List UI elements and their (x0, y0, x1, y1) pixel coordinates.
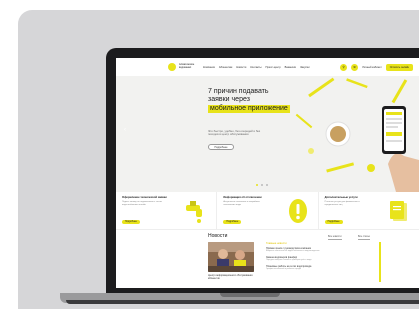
service-card[interactable]: Дополнительные услуги Платные услуги для… (319, 192, 419, 229)
news-item[interactable]: Плановые работы на сетях водопровода Гра… (266, 265, 386, 271)
hero-title-line2: заявки через (208, 96, 250, 103)
service-title: Оформление технической заявки (122, 196, 167, 199)
nav-item[interactable]: Новости (236, 66, 246, 69)
hero-title: 7 причин подавать заявки через мобильное… (208, 88, 298, 113)
service-title: Информация об отключении (223, 196, 262, 199)
news-list: Главные новости Прямая линия с руководст… (266, 242, 386, 274)
documents-icon (389, 201, 407, 221)
carousel-dot[interactable] (261, 184, 263, 186)
logo[interactable]: Алматинские водоканал (168, 63, 197, 71)
service-more-button[interactable]: Подробнее (122, 220, 140, 224)
service-desc: Платные услуги для физических и юридичес… (324, 201, 360, 206)
pay-online-button[interactable]: Оплатить онлайн (385, 63, 413, 71)
logo-text: Алматинские водоканал (179, 63, 195, 69)
nav-item[interactable]: Закупки (300, 66, 309, 69)
news-accent-bar (379, 242, 381, 282)
laptop-screen: Алматинские водоканал Компания Абонентам… (116, 58, 419, 288)
nav-item[interactable]: Вакансии (285, 66, 296, 69)
chevron-left-icon[interactable]: ‹ (121, 126, 129, 134)
news-photo[interactable] (208, 242, 254, 272)
service-card[interactable]: Оформление технической заявки Подать зая… (116, 192, 218, 229)
service-desc: Актуальные плановые и аварийные отключен… (223, 201, 260, 206)
cabinet-link[interactable]: Личный кабинет (362, 66, 382, 69)
news-photo-caption: Центр информационного обслуживания абоне… (208, 274, 253, 280)
news-item-desc: Порядок поверки и замены приборов учёта … (266, 259, 312, 261)
news-section: Новости Все новости Все статьи Центр инф… (116, 230, 419, 288)
laptop-notch (220, 293, 280, 297)
alert-icon (288, 199, 307, 223)
hero-more-button[interactable]: Подробнее (208, 144, 234, 150)
services-row: Оформление технической заявки Подать зая… (116, 192, 419, 230)
nav-item[interactable]: Компания (203, 66, 215, 69)
service-title: Дополнительные услуги (324, 196, 358, 199)
hero-banner: ‹ 7 причин подавать заявки через мобильн… (116, 76, 419, 192)
news-tag: Главные новости (266, 242, 287, 245)
hero-illustration (295, 77, 419, 192)
laptop-base-shadow (66, 300, 419, 304)
news-item-desc: График отключений в районах города (266, 268, 302, 270)
carousel-dot[interactable] (266, 184, 268, 186)
hero-title-line1: 7 причин подавать (208, 88, 269, 95)
main-nav: Компания Абонентам Новости Контакты Прес… (203, 66, 310, 69)
service-card[interactable]: Информация об отключении Актуальные план… (217, 192, 319, 229)
site-header: Алматинские водоканал Компания Абонентам… (116, 58, 419, 76)
nav-item[interactable]: Контакты (250, 66, 261, 69)
news-item[interactable]: Замена водомеров фанфир Порядок поверки … (266, 256, 386, 262)
hero-title-highlight: мобильное приложение (208, 105, 290, 113)
header-actions: ⚲ ☏ Личный кабинет Оплатить онлайн (340, 63, 413, 71)
nav-item[interactable]: Пресс-центр (266, 66, 281, 69)
search-icon[interactable]: ⚲ (340, 63, 348, 71)
hero-subtitle: Это быстро, удобно, без очередей и без п… (208, 129, 261, 137)
carousel-dots (256, 184, 268, 186)
logo-drop-icon (168, 63, 176, 71)
service-desc: Подать заявку на подключение к сетям вод… (122, 201, 162, 206)
phone-icon[interactable]: ☏ (351, 63, 359, 71)
news-item-desc: Вопросы абонентов по водоснабжению и вод… (266, 250, 320, 252)
news-filter-all[interactable]: Все новости (328, 235, 342, 240)
service-more-button[interactable]: Подробнее (223, 220, 242, 224)
carousel-dot[interactable] (256, 184, 258, 186)
news-heading: Новости (208, 233, 228, 239)
service-more-button[interactable]: Подробнее (324, 220, 343, 224)
nav-item[interactable]: Абонентам (219, 66, 232, 69)
news-item[interactable]: Прямая линия с руководством компании Воп… (266, 247, 386, 253)
news-filter-articles[interactable]: Все статьи (358, 235, 370, 240)
water-tap-icon (186, 201, 203, 223)
